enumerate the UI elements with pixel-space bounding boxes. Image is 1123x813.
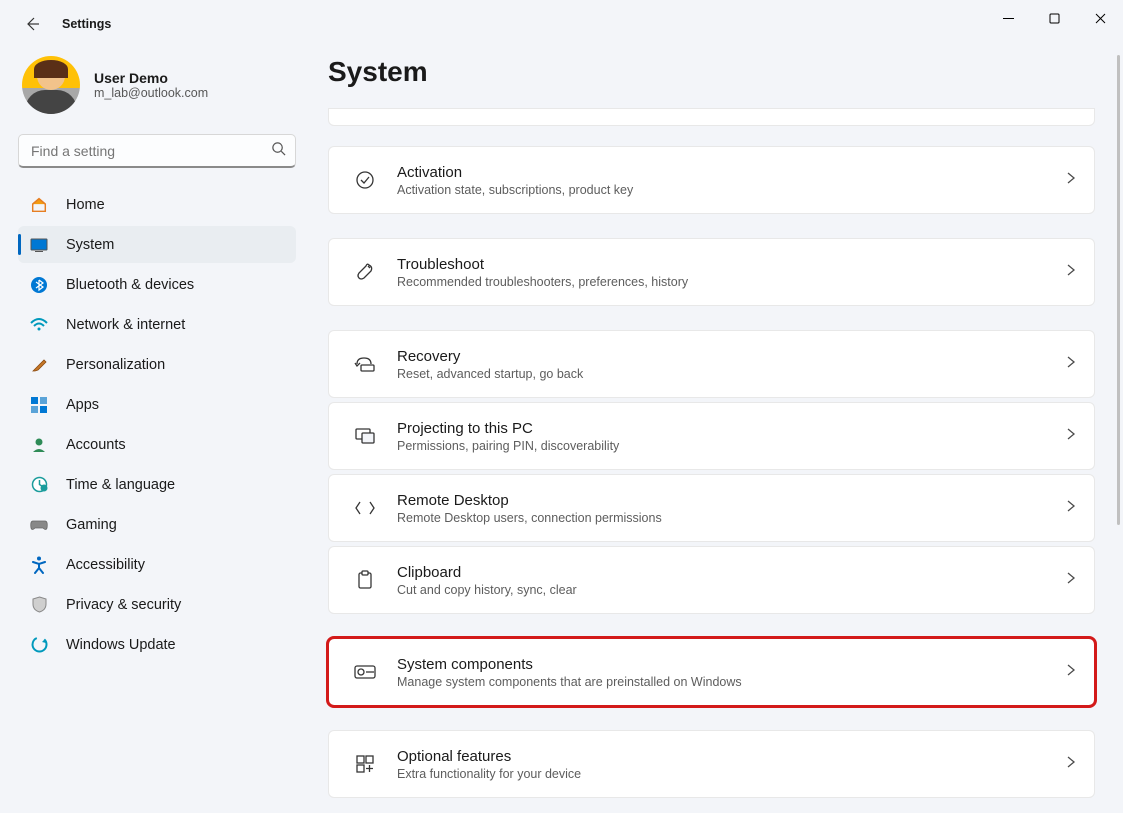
minimize-button[interactable]	[985, 0, 1031, 36]
sidebar-item-label: Time & language	[66, 477, 175, 493]
sidebar-item-label: Accounts	[66, 437, 126, 453]
sidebar-item-label: Privacy & security	[66, 597, 181, 613]
sidebar-item-home[interactable]: Home	[18, 186, 296, 223]
search-wrap	[18, 134, 296, 168]
card-title: Projecting to this PC	[397, 420, 1066, 437]
back-button[interactable]	[20, 12, 44, 36]
check-circle-icon	[347, 170, 383, 190]
card-sub: Activation state, subscriptions, product…	[397, 183, 1066, 197]
card-title: System components	[397, 656, 1066, 673]
optional-features-icon	[347, 755, 383, 773]
card-recovery[interactable]: Recovery Reset, advanced startup, go bac…	[328, 330, 1095, 398]
main: System Activation Activation state, subs…	[310, 48, 1123, 813]
sidebar-item-label: System	[66, 237, 114, 253]
card-title: Activation	[397, 164, 1066, 181]
sidebar-item-system[interactable]: System	[18, 226, 296, 263]
chevron-right-icon	[1066, 355, 1076, 374]
update-icon	[30, 636, 48, 654]
sidebar-item-gaming[interactable]: Gaming	[18, 506, 296, 543]
sidebar-item-network[interactable]: Network & internet	[18, 306, 296, 343]
card-remote-desktop[interactable]: Remote Desktop Remote Desktop users, con…	[328, 474, 1095, 542]
sidebar-item-accessibility[interactable]: Accessibility	[18, 546, 296, 583]
sidebar-item-bluetooth[interactable]: Bluetooth & devices	[18, 266, 296, 303]
card-placeholder	[328, 108, 1095, 126]
scrollbar-thumb[interactable]	[1117, 55, 1120, 525]
sidebar-item-personalization[interactable]: Personalization	[18, 346, 296, 383]
sidebar-item-label: Network & internet	[66, 317, 185, 333]
chevron-right-icon	[1066, 499, 1076, 518]
projecting-icon	[347, 427, 383, 445]
gamepad-icon	[30, 516, 48, 534]
card-title: Optional features	[397, 748, 1066, 765]
window-controls	[985, 0, 1123, 36]
card-sub: Extra functionality for your device	[397, 767, 1066, 781]
wrench-icon	[347, 262, 383, 282]
card-sub: Manage system components that are preins…	[397, 675, 1066, 689]
sidebar-item-label: Apps	[66, 397, 99, 413]
chevron-right-icon	[1066, 427, 1076, 446]
card-title: Remote Desktop	[397, 492, 1066, 509]
clock-icon	[30, 476, 48, 494]
sidebar-item-label: Gaming	[66, 517, 117, 533]
accessibility-icon	[30, 556, 48, 574]
card-title: Troubleshoot	[397, 256, 1066, 273]
sidebar-item-label: Accessibility	[66, 557, 145, 573]
close-button[interactable]	[1077, 0, 1123, 36]
card-title: Recovery	[397, 348, 1066, 365]
search-input[interactable]	[18, 134, 296, 168]
card-sub: Reset, advanced startup, go back	[397, 367, 1066, 381]
system-icon	[30, 236, 48, 254]
sidebar-item-privacy[interactable]: Privacy & security	[18, 586, 296, 623]
brush-icon	[30, 356, 48, 374]
sidebar-item-label: Bluetooth & devices	[66, 277, 194, 293]
avatar	[22, 56, 80, 114]
chevron-right-icon	[1066, 171, 1076, 190]
titlebar: Settings	[0, 0, 1123, 48]
nav-list: Home System Bluetooth & devices Network …	[18, 186, 296, 663]
sidebar-item-label: Windows Update	[66, 637, 176, 653]
sidebar-item-update[interactable]: Windows Update	[18, 626, 296, 663]
apps-icon	[30, 396, 48, 414]
card-title: Clipboard	[397, 564, 1066, 581]
scrollbar[interactable]	[1116, 55, 1120, 803]
card-activation[interactable]: Activation Activation state, subscriptio…	[328, 146, 1095, 214]
user-email: m_lab@outlook.com	[94, 86, 208, 100]
app-title: Settings	[62, 17, 111, 31]
chevron-right-icon	[1066, 571, 1076, 590]
user-card[interactable]: User Demo m_lab@outlook.com	[18, 48, 296, 126]
sidebar: User Demo m_lab@outlook.com Home System …	[0, 48, 310, 813]
card-troubleshoot[interactable]: Troubleshoot Recommended troubleshooters…	[328, 238, 1095, 306]
card-optional-features[interactable]: Optional features Extra functionality fo…	[328, 730, 1095, 798]
card-sub: Cut and copy history, sync, clear	[397, 583, 1066, 597]
chevron-right-icon	[1066, 663, 1076, 682]
shield-icon	[30, 596, 48, 614]
home-icon	[30, 196, 48, 214]
sidebar-item-time[interactable]: Time & language	[18, 466, 296, 503]
user-name: User Demo	[94, 70, 208, 86]
maximize-button[interactable]	[1031, 0, 1077, 36]
chevron-right-icon	[1066, 263, 1076, 282]
card-projecting[interactable]: Projecting to this PC Permissions, pairi…	[328, 402, 1095, 470]
recovery-icon	[347, 355, 383, 373]
sidebar-item-accounts[interactable]: Accounts	[18, 426, 296, 463]
sidebar-item-label: Home	[66, 197, 105, 213]
remote-desktop-icon	[347, 500, 383, 516]
search-icon	[271, 141, 286, 161]
card-sub: Recommended troubleshooters, preferences…	[397, 275, 1066, 289]
accounts-icon	[30, 436, 48, 454]
card-sub: Permissions, pairing PIN, discoverabilit…	[397, 439, 1066, 453]
clipboard-icon	[347, 570, 383, 590]
chevron-right-icon	[1066, 755, 1076, 774]
sidebar-item-label: Personalization	[66, 357, 165, 373]
sidebar-item-apps[interactable]: Apps	[18, 386, 296, 423]
wifi-icon	[30, 316, 48, 334]
bluetooth-icon	[30, 276, 48, 294]
components-icon	[347, 664, 383, 680]
card-clipboard[interactable]: Clipboard Cut and copy history, sync, cl…	[328, 546, 1095, 614]
page-title: System	[328, 56, 1095, 88]
card-system-components[interactable]: System components Manage system componen…	[328, 638, 1095, 706]
card-sub: Remote Desktop users, connection permiss…	[397, 511, 1066, 525]
